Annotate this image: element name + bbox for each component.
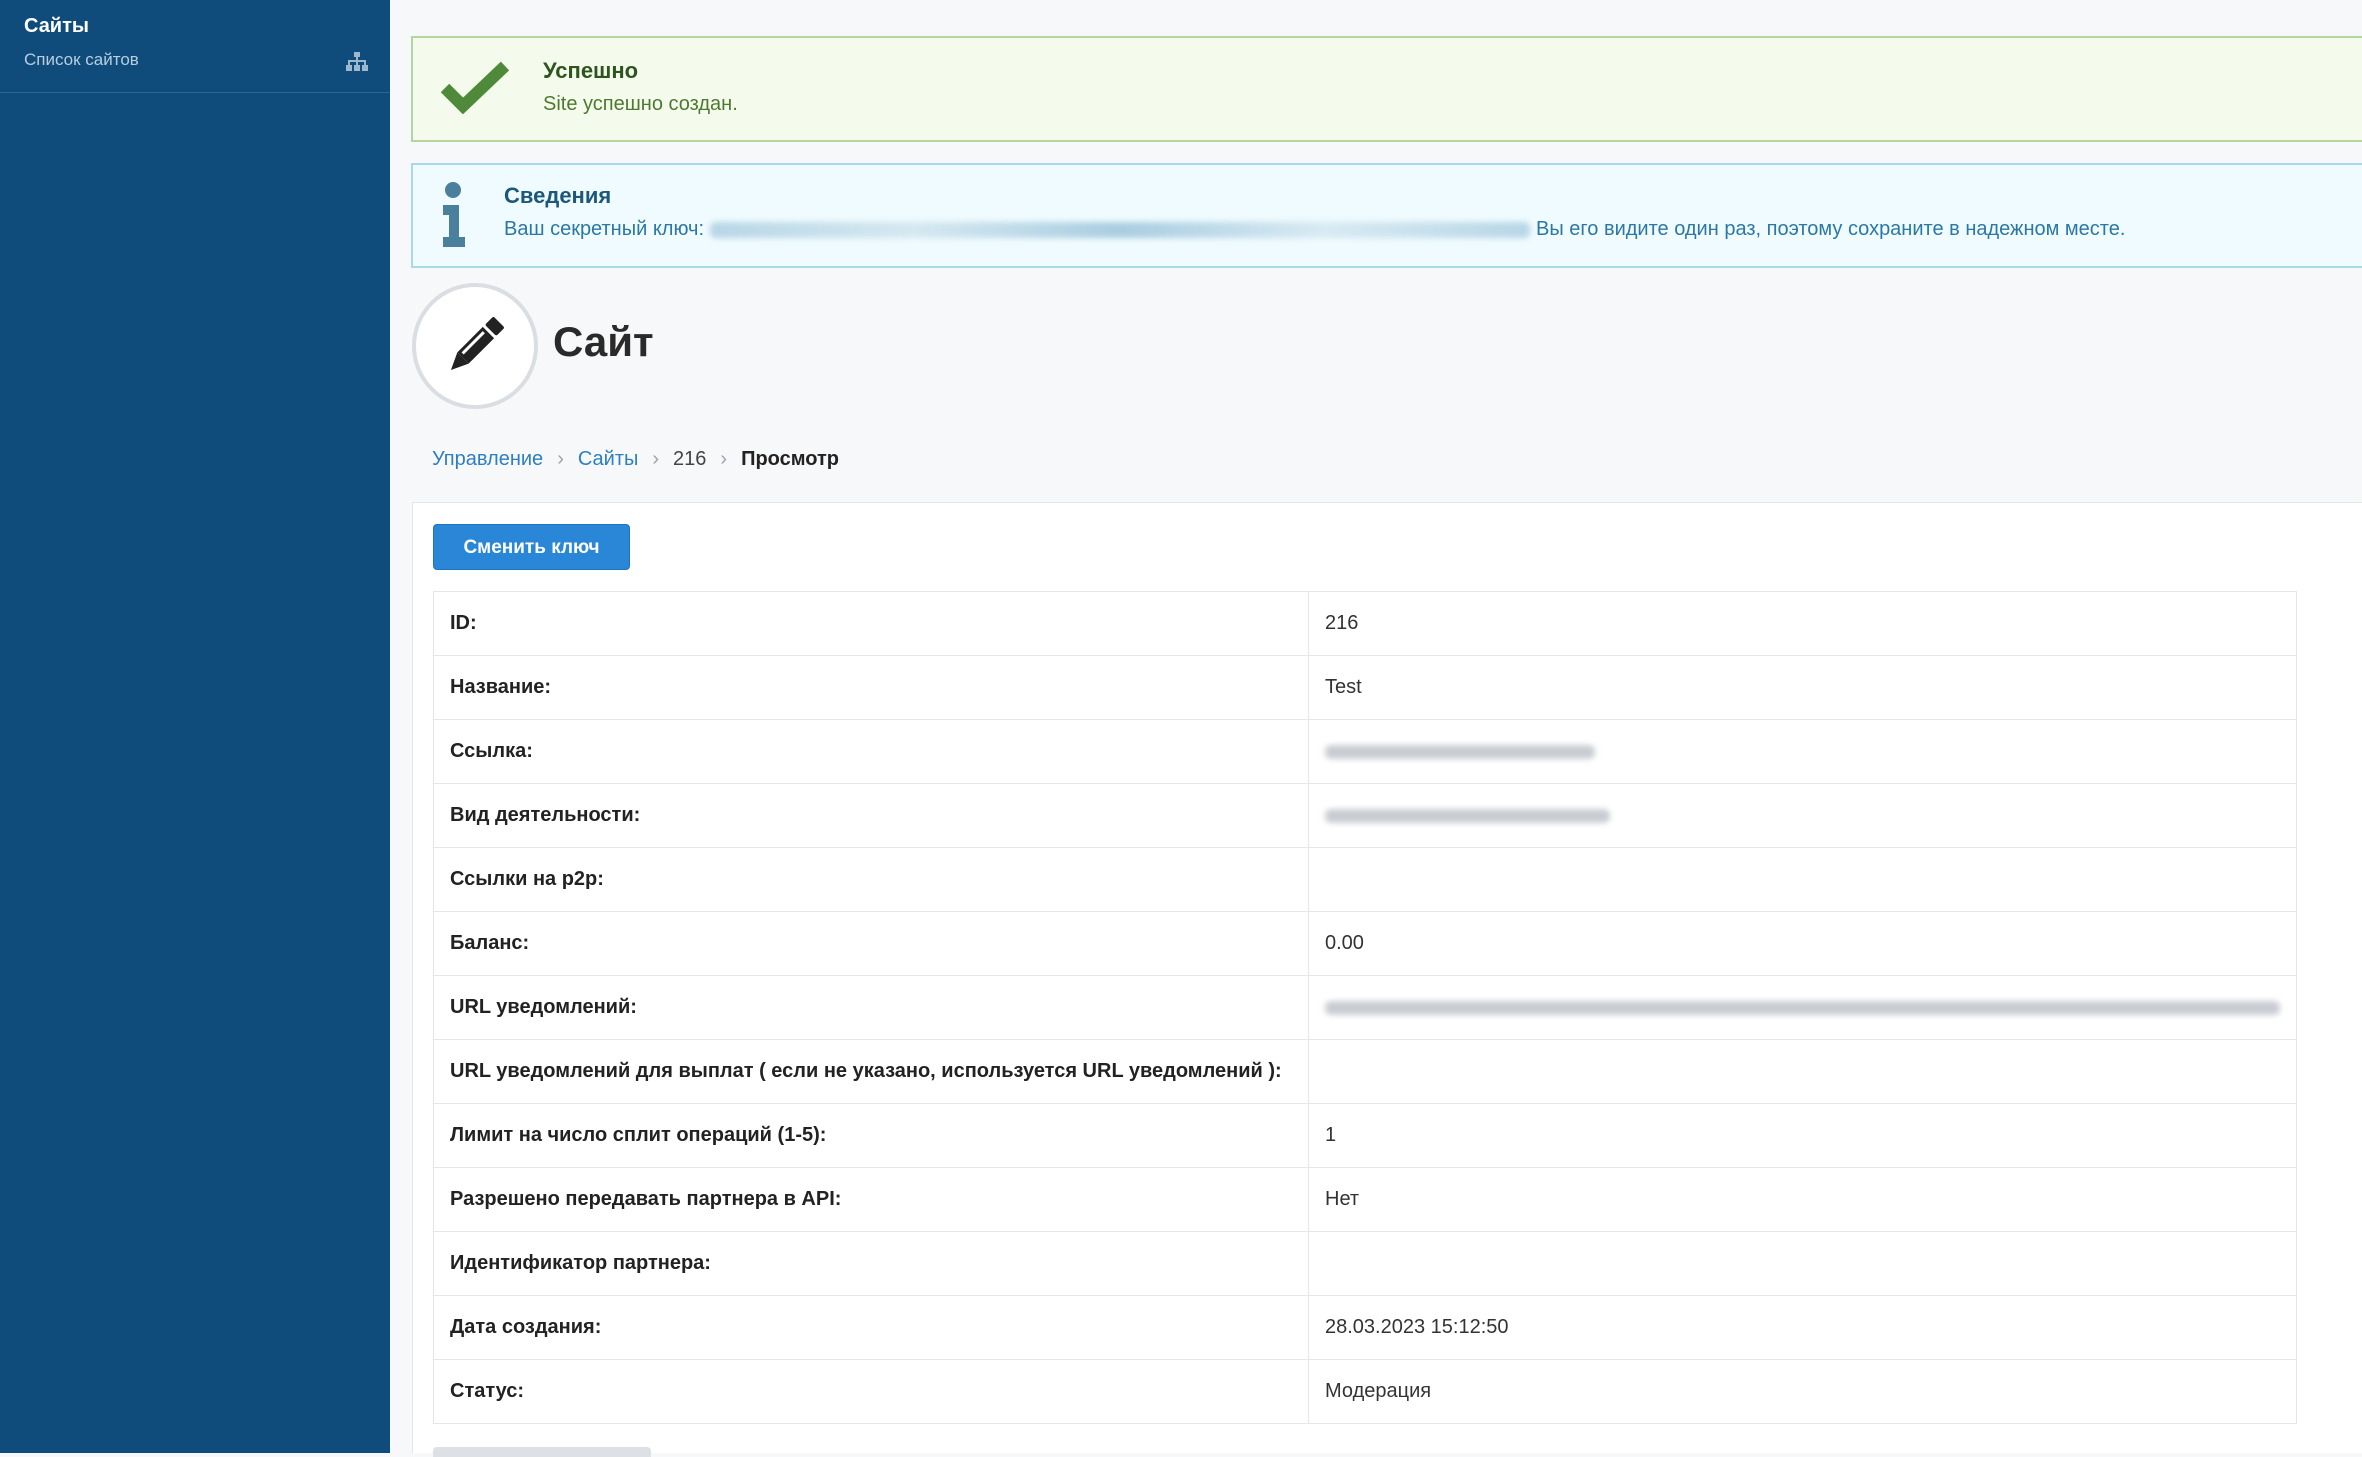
secret-key-note: Вы его видите один раз, поэтому сохранит… <box>1536 218 2126 240</box>
table-row: URL уведомлений для выплат ( если не ука… <box>433 1039 2297 1104</box>
checkmark-icon <box>440 60 510 119</box>
row-value: Модерация <box>1308 1359 2297 1424</box>
info-alert-text: Ваш секретный ключ: Вы его видите один ра… <box>504 218 2125 241</box>
info-icon <box>439 181 469 254</box>
row-label: Баланс: <box>433 911 1309 976</box>
table-row: Ссылки на p2p: <box>433 847 2297 912</box>
chevron-right-icon: › <box>557 448 564 470</box>
row-value-redacted[interactable] <box>1308 719 2297 784</box>
row-label: Ссылка: <box>433 719 1309 784</box>
page-title: Сайт <box>553 318 654 365</box>
chevron-right-icon: › <box>652 448 660 470</box>
pencil-icon <box>450 317 504 371</box>
breadcrumb-item-id: 216 <box>673 448 707 470</box>
table-row: Ссылка: <box>433 719 2297 784</box>
partial-button-below[interactable] <box>433 1447 651 1457</box>
row-label: Название: <box>433 655 1309 720</box>
change-key-button[interactable]: Сменить ключ <box>433 524 630 570</box>
row-value-redacted <box>1308 783 2297 848</box>
row-label: URL уведомлений для выплат ( если не ука… <box>433 1039 1309 1104</box>
row-value <box>1308 1231 2297 1296</box>
secret-key-value[interactable] <box>710 221 1531 238</box>
table-row: Название: Test <box>433 655 2297 720</box>
row-value <box>1308 1039 2297 1104</box>
table-row: Статус: Модерация <box>433 1359 2297 1424</box>
row-label: Лимит на число сплит операций (1-5): <box>433 1103 1309 1168</box>
table-row: Разрешено передавать партнера в API: Нет <box>433 1167 2297 1232</box>
row-value: 28.03.2023 15:12:50 <box>1308 1295 2297 1360</box>
main-content: Успешно Site успешно создан. Сведения Ва… <box>390 0 2362 1457</box>
table-row: Лимит на число сплит операций (1-5): 1 <box>433 1103 2297 1168</box>
table-row: ID: 216 <box>433 591 2297 656</box>
table-row: Баланс: 0.00 <box>433 911 2297 976</box>
success-alert: Успешно Site успешно создан. <box>411 36 2362 142</box>
row-label: Статус: <box>433 1359 1309 1424</box>
page-edit-icon-circle <box>412 283 538 409</box>
row-value-redacted[interactable] <box>1308 975 2297 1040</box>
sitemap-icon[interactable] <box>346 52 368 72</box>
table-row: Идентификатор партнера: <box>433 1231 2297 1296</box>
row-label: Ссылки на p2p: <box>433 847 1309 912</box>
row-value: Test <box>1308 655 2297 720</box>
sidebar: Сайты Список сайтов <box>0 0 390 1453</box>
breadcrumb-item-management[interactable]: Управление <box>432 448 543 471</box>
sidebar-section-sites: Сайты Список сайтов <box>0 0 390 93</box>
sidebar-item-site-list[interactable]: Список сайтов <box>24 50 366 70</box>
table-row: Дата создания: 28.03.2023 15:12:50 <box>433 1295 2297 1360</box>
info-alert: Сведения Ваш секретный ключ: Вы его видит… <box>411 163 2362 268</box>
table-row: URL уведомлений: <box>433 975 2297 1040</box>
breadcrumb: Управление › Сайты › 216 › Просмотр <box>432 448 839 471</box>
info-alert-title: Сведения <box>504 183 612 208</box>
breadcrumb-item-current: Просмотр <box>741 448 840 470</box>
row-label: Идентификатор партнера: <box>433 1231 1309 1296</box>
row-value <box>1308 847 2297 912</box>
breadcrumb-item-sites[interactable]: Сайты <box>578 448 639 471</box>
row-label: Разрешено передавать партнера в API: <box>433 1167 1309 1232</box>
table-row: Вид деятельности: <box>433 783 2297 848</box>
site-details-panel: Сменить ключ ID: 216 Название: Test Ссылка… <box>412 502 2362 1457</box>
row-label: Вид деятельности: <box>433 783 1309 848</box>
row-value: 216 <box>1325 612 1359 634</box>
success-alert-text: Site успешно создан. <box>543 93 738 115</box>
secret-key-label: Ваш секретный ключ: <box>504 218 705 240</box>
row-label: Дата создания: <box>433 1295 1309 1360</box>
sidebar-title[interactable]: Сайты <box>24 14 366 38</box>
row-label: URL уведомлений: <box>433 975 1309 1040</box>
success-alert-title: Успешно <box>543 58 639 83</box>
row-value: 1 <box>1308 1103 2297 1168</box>
row-label: ID: <box>433 591 1309 656</box>
chevron-right-icon: › <box>720 448 728 470</box>
row-value: Нет <box>1308 1167 2297 1232</box>
row-value: 0.00 <box>1308 911 2297 976</box>
site-details-table: ID: 216 Название: Test Ссылка: Вид деятель… <box>433 591 2297 1424</box>
